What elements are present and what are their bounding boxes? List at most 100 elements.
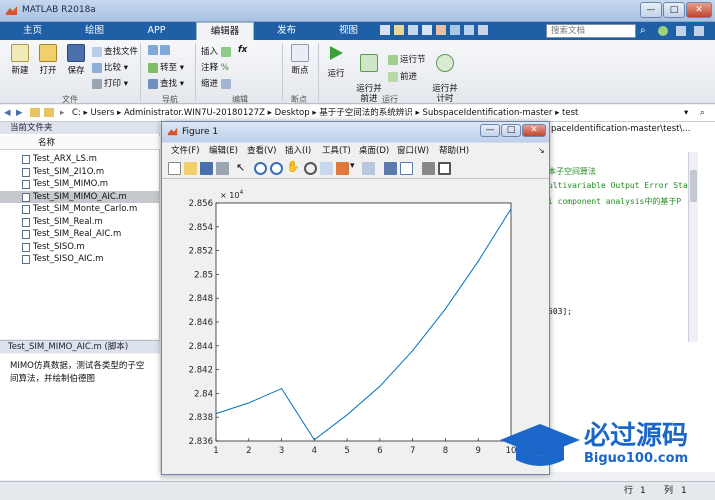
find-button[interactable]: 查找 ▾ [148,77,184,89]
copy-icon[interactable] [408,25,418,35]
tab-editor[interactable]: 编辑器 [196,22,254,40]
goto-button[interactable]: 转至 ▾ [148,61,184,73]
maximize-button[interactable]: □ [663,2,685,18]
zoom-in-icon[interactable] [254,162,267,175]
open-button[interactable]: 打开 [34,44,62,76]
file-item[interactable]: Test_SIM_MIMO.m [0,178,160,191]
code-line[interactable]: l component analysis中的基于P [548,196,681,207]
file-item[interactable]: Test_SIM_Real.m [0,216,160,229]
help-icon[interactable] [478,25,488,35]
code-line[interactable]: 503]; [548,307,572,316]
save-button[interactable]: 保存 [62,44,90,76]
link-icon[interactable] [362,162,375,175]
breakpoints-button[interactable]: 断点 [286,44,314,76]
save-figure-icon[interactable] [200,162,213,175]
menu-file[interactable]: 文件(F) [171,143,200,159]
indent-button[interactable]: 缩进 [201,77,233,89]
print-button[interactable]: 打印 ▾ [92,77,128,89]
pointer-icon[interactable]: ↖ [236,161,245,174]
breadcrumb-item[interactable]: test [562,108,578,118]
zoom-out-icon[interactable] [270,162,283,175]
code-line[interactable]: ultivariable Output Error Sta [548,181,688,190]
file-item-selected[interactable]: Test_SIM_MIMO_AIC.m [0,190,160,203]
data-cursor-icon[interactable] [320,162,333,175]
minimize-button[interactable]: — [640,2,662,18]
new-button[interactable]: 新建 [6,44,34,76]
run-time-button[interactable]: 运行并 计时 [430,44,460,104]
tab-home[interactable]: 主页 [10,22,55,40]
figure-maximize-button[interactable]: □ [501,124,521,137]
figure-minimize-button[interactable]: — [480,124,500,137]
dropdown-icon[interactable]: ▾ [684,105,688,121]
show-tools-icon[interactable] [438,162,451,175]
search-input[interactable]: 搜索文档 [546,24,636,38]
run-section-button[interactable]: 运行节 [388,53,426,65]
tab-publish[interactable]: 发布 [264,22,309,40]
breadcrumb[interactable]: C: ▸ Users ▸ Administrator.WIN7U-2018012… [72,105,578,121]
run-button[interactable]: 运行 [322,44,350,79]
breadcrumb-item[interactable]: C: [72,108,81,118]
advance-button[interactable]: 前进 [388,70,417,82]
menu-view[interactable]: 查看(V) [247,143,276,159]
scroll-thumb[interactable] [690,170,697,202]
dock-arrow-icon[interactable]: ↘ [538,143,545,159]
fx-button[interactable]: fx [238,45,247,55]
switch-windows-icon[interactable] [464,25,474,35]
brush-dropdown-icon[interactable]: ▾ [350,161,355,171]
nav-arrows[interactable] [148,45,172,56]
undock-icon[interactable] [694,26,704,36]
breadcrumb-item[interactable]: Users [90,108,114,118]
menu-window[interactable]: 窗口(W) [397,143,429,159]
open-file-icon[interactable] [184,162,197,175]
file-item[interactable]: Test_SISO_AIC.m [0,253,160,266]
menu-insert[interactable]: 插入(I) [285,143,311,159]
breadcrumb-item[interactable]: Administrator.WIN7U-20180127Z [124,108,265,118]
figure-close-button[interactable]: ✕ [522,124,546,137]
tab-plots[interactable]: 绘图 [72,22,117,40]
brush-icon[interactable] [336,162,349,175]
undo-icon[interactable] [436,25,446,35]
search-folder-icon[interactable]: ⌕ [700,105,705,121]
new-figure-icon[interactable] [168,162,181,175]
name-column-header[interactable]: 名称 [0,136,160,150]
find-files-button[interactable]: 查找文件 [92,45,138,57]
save-icon[interactable] [380,25,390,35]
close-button[interactable]: ✕ [686,2,712,18]
rotate-icon[interactable] [304,162,317,175]
menu-desktop[interactable]: 桌面(D) [359,143,389,159]
tab-apps[interactable]: APP [134,22,179,40]
breadcrumb-item[interactable]: 基于子空间法的系统辨识 [319,108,413,118]
tab-view[interactable]: 视图 [326,22,371,40]
redo-icon[interactable] [450,25,460,35]
insert-button[interactable]: 插入 [201,45,233,57]
hide-tools-icon[interactable] [422,162,435,175]
paste-icon[interactable] [422,25,432,35]
pan-icon[interactable]: ✋ [286,160,300,173]
comment-button[interactable]: 注释 % [201,61,229,73]
menu-tools[interactable]: 工具(T) [322,143,351,159]
breadcrumb-item[interactable]: Desktop [275,108,310,118]
print-figure-icon[interactable] [216,162,229,175]
line-chart[interactable]: 1 2 3 4 5 6 7 8 9 102.8362.8382.842.8422.8442.846… [162,179,549,474]
menu-edit[interactable]: 编辑(E) [209,143,238,159]
figure-window[interactable]: Figure 1 — □ ✕ 文件(F) 编辑(E) 查看(V) 插入(I) 工… [161,121,550,475]
file-item[interactable]: Test_SIM_2I1O.m [0,166,160,179]
editor-scrollbar[interactable] [688,152,698,342]
legend-icon[interactable] [400,162,413,175]
file-item[interactable]: Test_ARX_LS.m [0,153,160,166]
breadcrumb-item[interactable]: SubspaceIdentification-master [422,108,552,118]
browse-folder-icon[interactable] [44,108,54,117]
cut-icon[interactable] [394,25,404,35]
file-item[interactable]: Test_SISO.m [0,241,160,254]
code-line[interactable]: 本子空间算法 [548,166,596,177]
back-icon[interactable]: ◀ [4,105,11,121]
file-item[interactable]: Test_SIM_Real_AIC.m [0,228,160,241]
search-icon[interactable]: ⌕ [640,25,652,37]
file-item[interactable]: Test_SIM_Monte_Carlo.m [0,203,160,216]
expand-icon[interactable] [676,26,686,36]
forward-icon[interactable]: ▶ [16,105,23,121]
compare-button[interactable]: 比较 ▾ [92,61,128,73]
up-folder-icon[interactable] [30,108,40,117]
colorbar-icon[interactable] [384,162,397,175]
menu-help[interactable]: 帮助(H) [439,143,469,159]
